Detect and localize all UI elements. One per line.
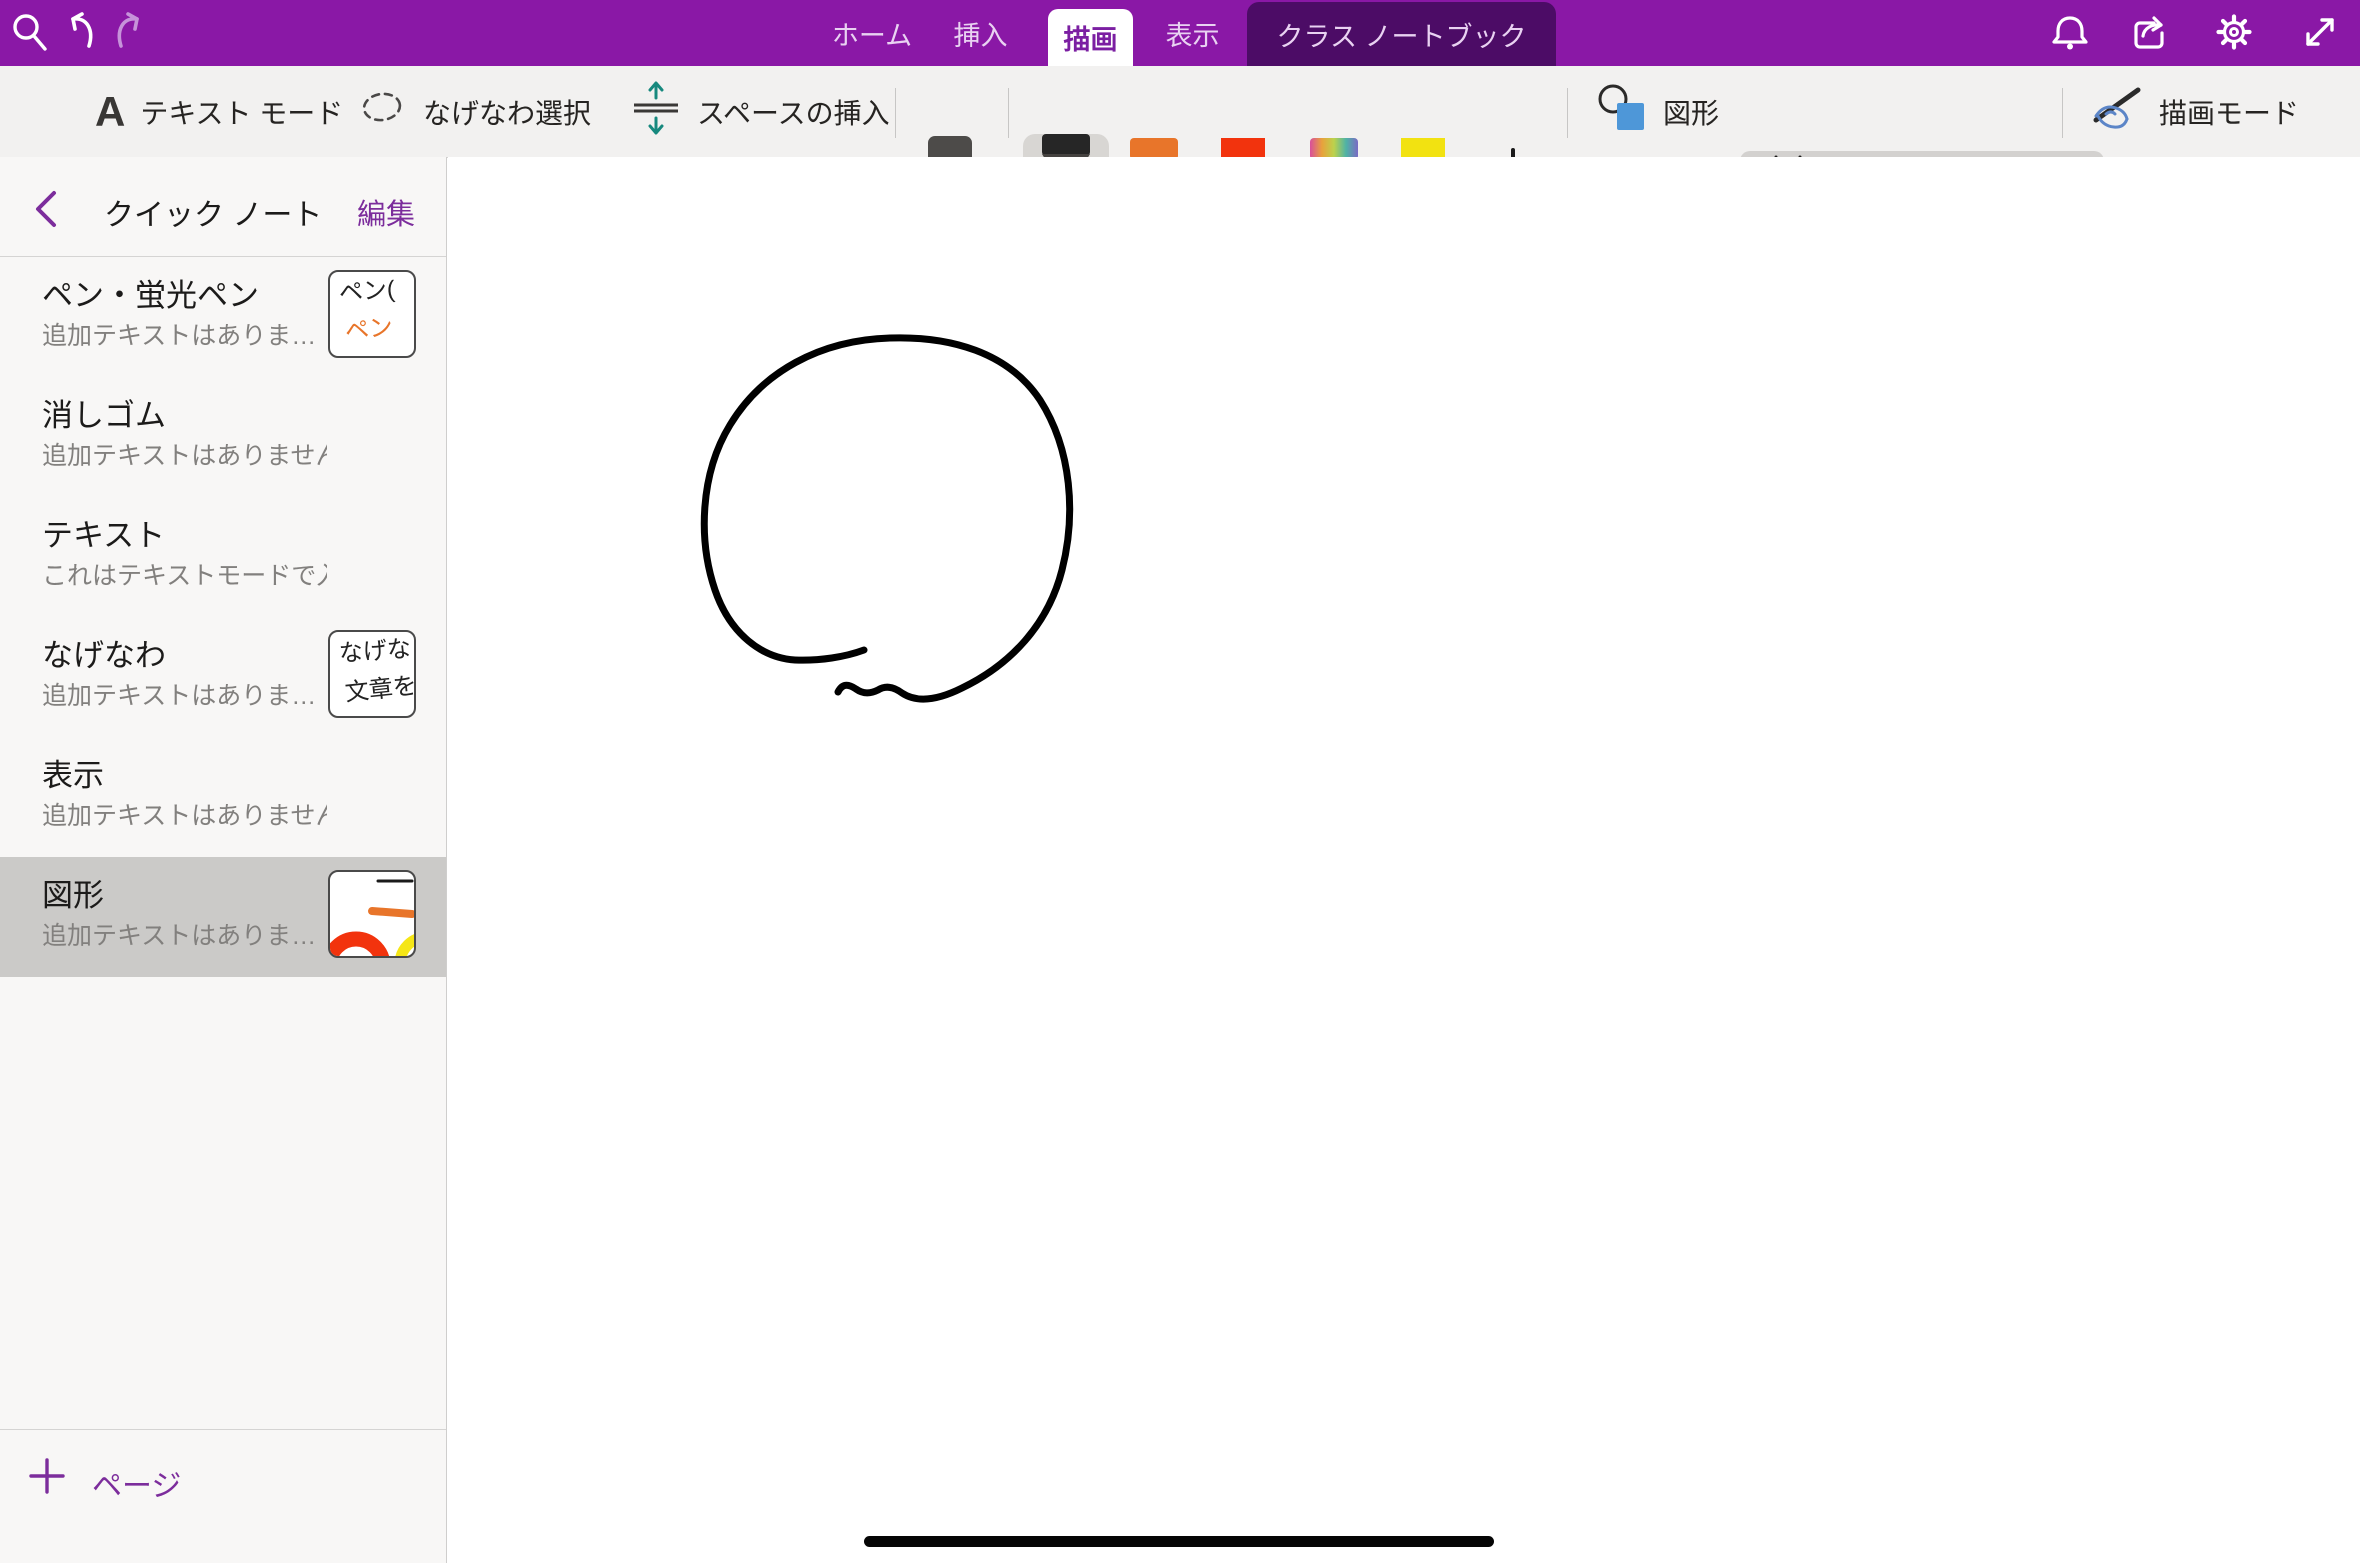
thumbnail-ink-text: 文章を xyxy=(344,673,416,707)
thumbnail-ink-text: なげな xyxy=(338,637,412,668)
fullscreen-expand-icon[interactable] xyxy=(2298,10,2342,54)
text-mode-button[interactable]: A テキスト モード xyxy=(95,66,343,157)
thumbnail-ink-text: ペン xyxy=(344,315,394,346)
page-list-sidebar: クイック ノート 編集 ペン・蛍光ペン追加テキストはありま…ペン(ペン消しゴム追… xyxy=(0,157,447,1563)
top-navigation-bar: ホーム挿入描画表示クラス ノートブック xyxy=(0,0,2360,66)
notifications-bell-icon[interactable] xyxy=(2048,10,2092,54)
shapes-label: 図形 xyxy=(1663,92,1719,132)
page-list-item[interactable]: ペン・蛍光ペン追加テキストはありま… ペン( ペン xyxy=(0,257,446,377)
insert-space-icon xyxy=(630,79,682,144)
toolbar-divider xyxy=(895,88,896,138)
page-subtitle: 追加テキストはありません xyxy=(42,436,327,472)
draw-mode-label: 描画モード xyxy=(2159,92,2299,132)
redo-icon-disabled xyxy=(110,10,154,54)
home-indicator[interactable] xyxy=(864,1536,1494,1547)
page-list-item[interactable]: なげなわ追加テキストはありま… なげな文章を xyxy=(0,617,446,737)
settings-gear-icon[interactable] xyxy=(2212,10,2256,54)
draw-ribbon-toolbar: A テキスト モード なげなわ選択 スペースの挿入 xyxy=(0,66,2360,158)
toolbar-divider xyxy=(1008,88,1009,138)
note-canvas[interactable] xyxy=(448,157,2360,1563)
page-title-handwritten: 表示 xyxy=(42,750,104,795)
add-page-button[interactable] xyxy=(28,1457,66,1495)
lasso-select-button[interactable]: なげなわ選択 xyxy=(356,66,591,157)
tab-home[interactable]: ホーム xyxy=(812,0,932,66)
page-title-handwritten: ペン・蛍光ペン xyxy=(42,270,259,315)
notebook-section-title: クイック ノート xyxy=(104,190,322,234)
page-list-item[interactable]: テキストこれはテキストモードで入力し… xyxy=(0,497,446,617)
undo-icon[interactable] xyxy=(56,10,100,54)
text-mode-label: テキスト モード xyxy=(140,92,343,132)
thumbnail-ink-text: ペン( xyxy=(338,277,396,307)
tab-insert[interactable]: 挿入 xyxy=(928,0,1033,66)
page-subtitle: 追加テキストはありま… xyxy=(42,316,316,352)
draw-mode-hand-pen-icon xyxy=(2088,80,2144,143)
page-subtitle: 追加テキストはありま… xyxy=(42,916,316,952)
page-list: ペン・蛍光ペン追加テキストはありま…ペン(ペン消しゴム追加テキストはありませんテ… xyxy=(0,257,446,977)
shapes-button[interactable]: 図形 xyxy=(1596,66,1719,157)
page-thumbnail xyxy=(328,870,416,958)
add-page-label[interactable]: ページ xyxy=(92,1461,181,1505)
page-list-item-selected[interactable]: 図形追加テキストはありま… xyxy=(0,857,446,977)
text-mode-icon: A xyxy=(95,91,125,133)
edit-button[interactable]: 編集 xyxy=(357,191,415,233)
tab-draw-selected[interactable]: 描画 xyxy=(1048,9,1133,66)
page-title-handwritten: なげなわ xyxy=(42,630,166,675)
page-subtitle: これはテキストモードで入力し… xyxy=(42,556,327,592)
page-title-handwritten: テキスト xyxy=(42,510,165,555)
toolbar-divider xyxy=(1567,88,1568,138)
page-title-handwritten: 図形 xyxy=(42,870,104,915)
tab-class-notebook[interactable]: クラス ノートブック xyxy=(1247,2,1556,66)
draw-mode-button[interactable]: 描画モード xyxy=(2088,66,2299,157)
page-list-item[interactable]: 消しゴム追加テキストはありません xyxy=(0,377,446,497)
page-list-item[interactable]: 表示追加テキストはありません xyxy=(0,737,446,857)
sidebar-header: クイック ノート 編集 xyxy=(0,157,446,257)
page-thumbnail: ペン( ペン xyxy=(328,270,416,358)
search-icon[interactable] xyxy=(8,10,52,54)
page-title-handwritten: 消しゴム xyxy=(42,390,166,435)
insert-space-button[interactable]: スペースの挿入 xyxy=(630,66,890,157)
share-icon[interactable] xyxy=(2126,10,2170,54)
shapes-icon xyxy=(1596,82,1648,141)
page-subtitle: 追加テキストはありません xyxy=(42,796,327,832)
page-subtitle: 追加テキストはありま… xyxy=(42,676,316,712)
back-chevron-button[interactable] xyxy=(28,187,62,231)
insert-space-label: スペースの挿入 xyxy=(697,92,890,132)
ink-drawing-circle xyxy=(448,157,2360,1563)
toolbar-divider xyxy=(2062,88,2063,138)
onenote-app-window: ホーム挿入描画表示クラス ノートブック A テキス xyxy=(0,0,2360,1563)
tab-view[interactable]: 表示 xyxy=(1145,0,1240,66)
page-thumbnail: なげな文章を xyxy=(328,630,416,718)
lasso-icon xyxy=(356,84,408,139)
sidebar-footer: ページ xyxy=(0,1429,446,1563)
lasso-label: なげなわ選択 xyxy=(423,92,591,132)
